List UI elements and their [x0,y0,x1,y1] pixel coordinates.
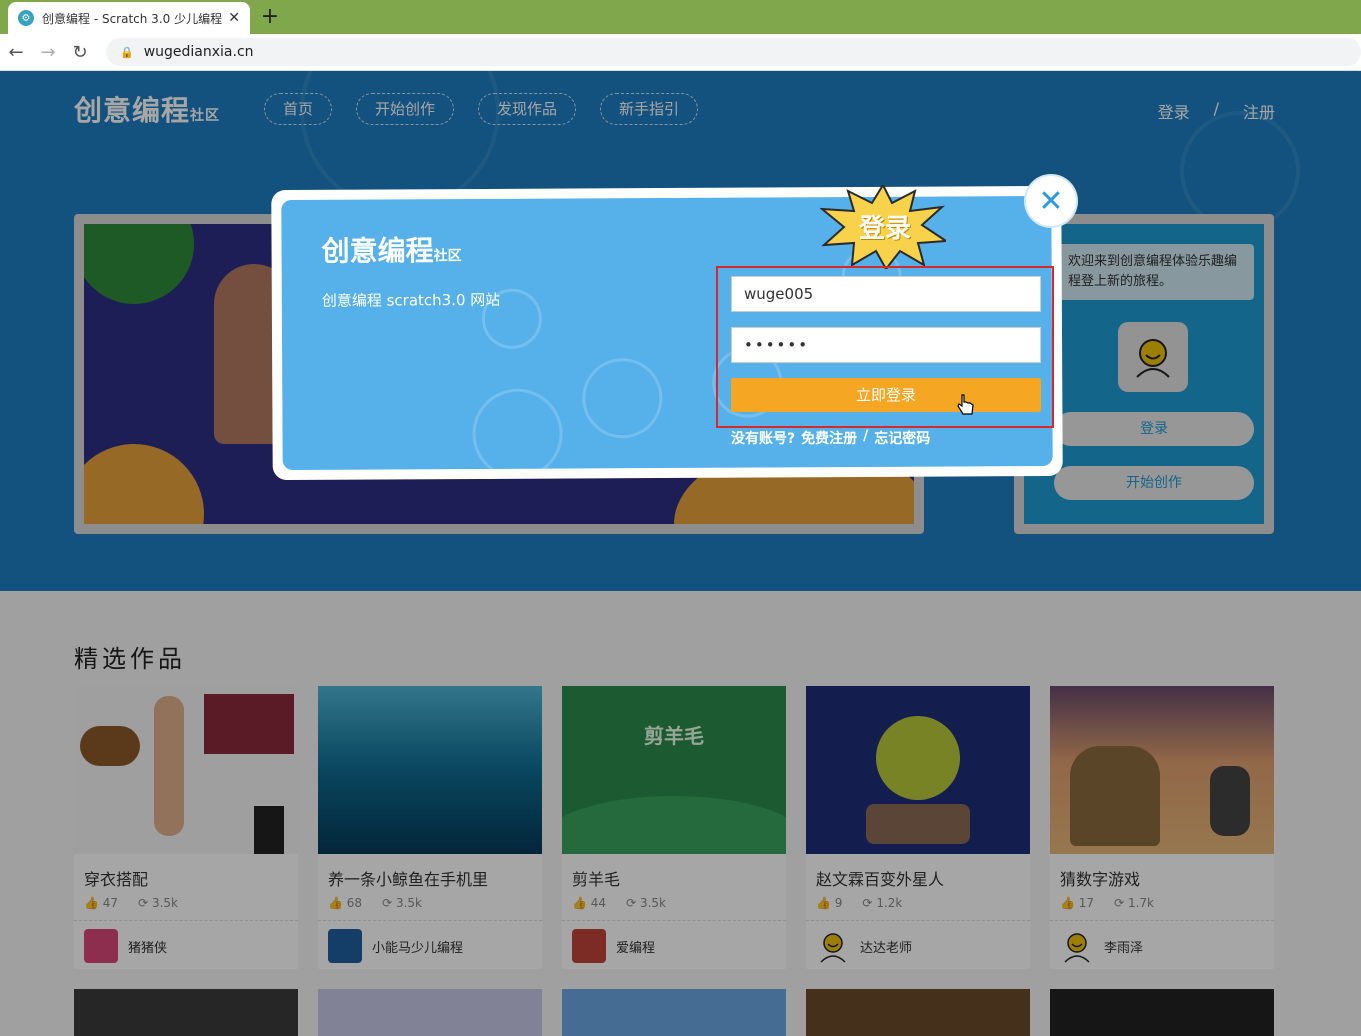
modal-logo-suffix: 社区 [433,248,462,265]
forgot-password-link[interactable]: 忘记密码 [874,428,930,448]
url-text: wugedianxia.cn [143,44,254,60]
links-separator: / [863,428,869,444]
forward-arrow-icon[interactable]: → [32,42,64,63]
modal-decoration [582,358,663,439]
new-tab-button[interactable]: + [258,4,282,30]
close-icon: ✕ [1038,183,1064,219]
login-badge-text: 登录 [858,214,911,244]
submit-login-button[interactable]: 立即登录 [731,378,1041,412]
browser-tab[interactable]: ⚙ 创意编程 - Scratch 3.0 少儿编程 ✕ [8,2,250,34]
tab-close-icon[interactable]: ✕ [228,10,240,26]
site-favicon-icon: ⚙ [18,10,34,26]
free-register-link[interactable]: 免费注册 [801,428,857,448]
modal-decoration [472,388,563,471]
modal-close-button[interactable]: ✕ [1026,176,1076,226]
lock-icon: 🔒 [120,45,134,59]
modal-logo-main: 创意编程 [321,234,434,268]
address-bar[interactable]: 🔒 wugedianxia.cn [106,38,1361,66]
password-field[interactable]: •••••• [731,327,1041,363]
browser-toolbar: ← → ↻ 🔒 wugedianxia.cn [0,34,1361,71]
reload-icon[interactable]: ↻ [64,42,96,63]
hand-pointer-icon [957,394,974,415]
tab-title: 创意编程 - Scratch 3.0 少儿编程 [42,11,223,26]
username-field[interactable]: wuge005 [731,276,1041,312]
modal-subtitle: 创意编程 scratch3.0 网站 [321,290,501,310]
modal-logo: 创意编程社区 [321,229,461,270]
back-arrow-icon[interactable]: ← [0,42,32,63]
modal-links: 没有账号? 免费注册 / 忘记密码 [731,428,930,448]
no-account-text: 没有账号? [731,431,796,447]
browser-tab-strip: ⚙ 创意编程 - Scratch 3.0 少儿编程 ✕ + [0,0,1361,34]
